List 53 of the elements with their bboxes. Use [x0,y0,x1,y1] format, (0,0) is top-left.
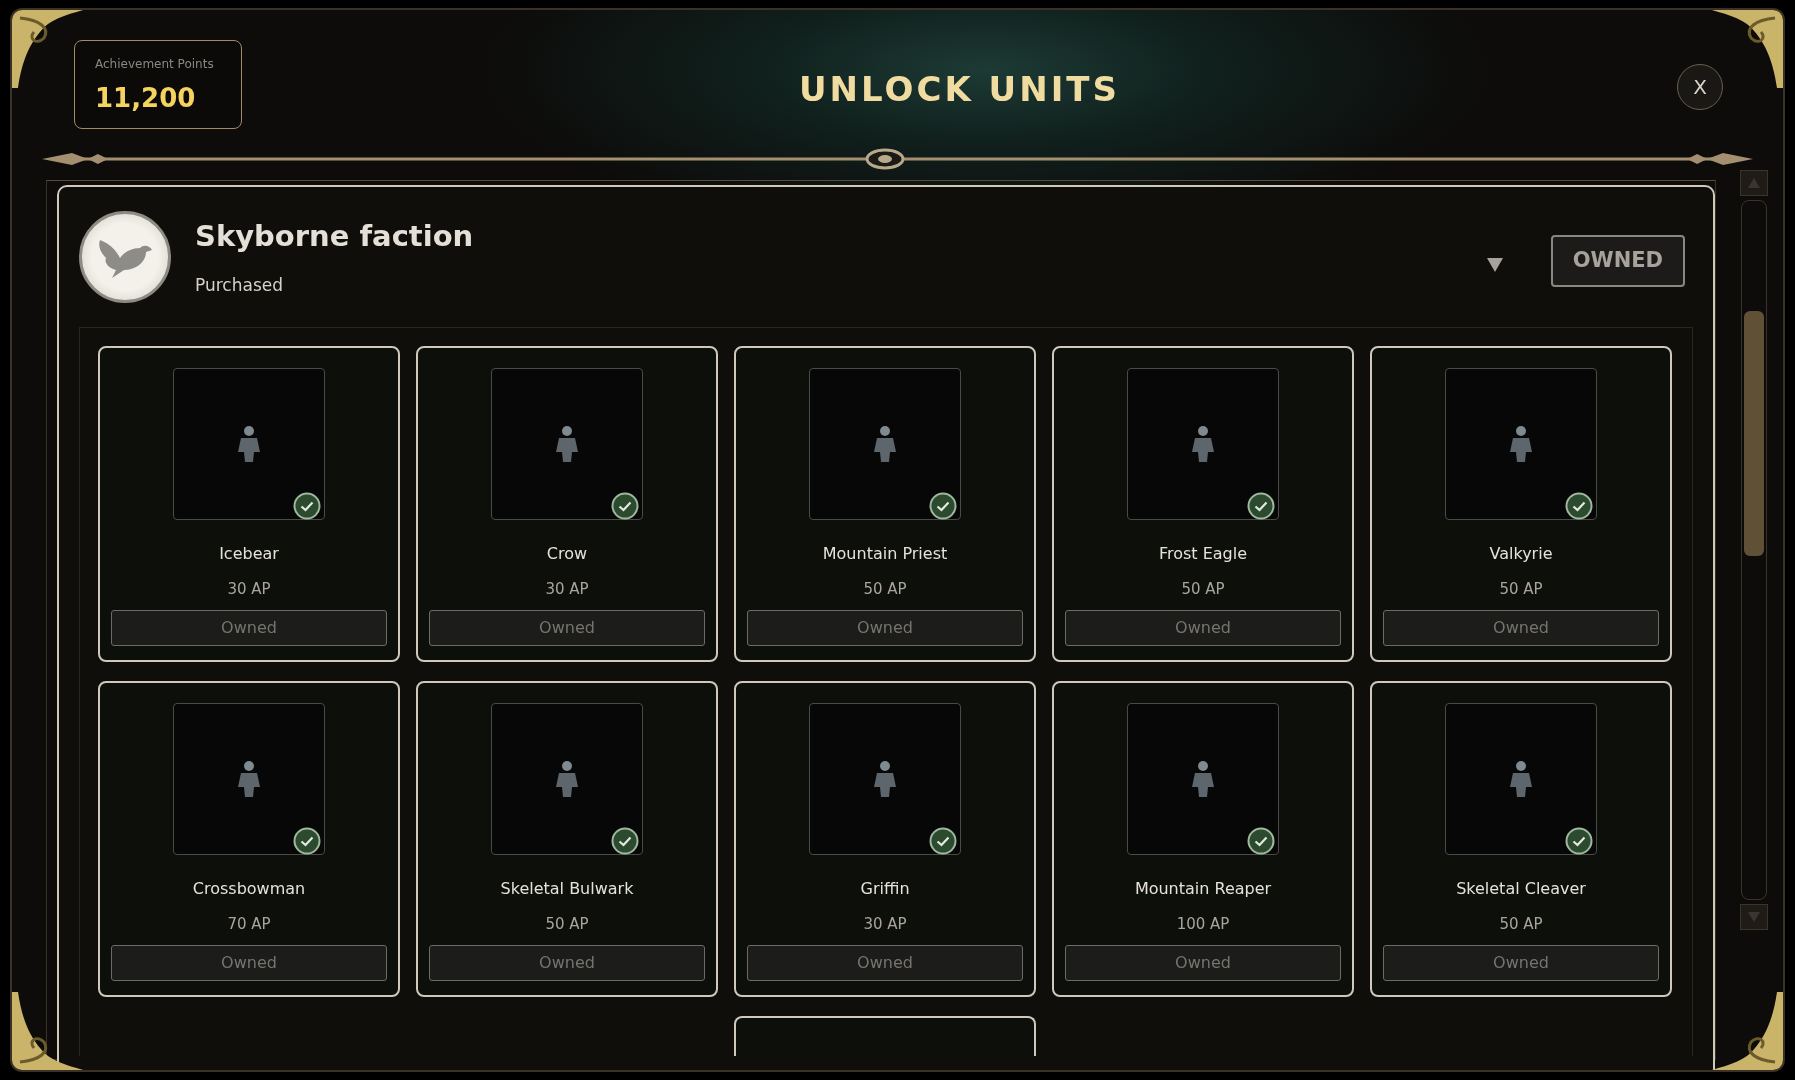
scroll-up-icon[interactable] [1748,178,1760,188]
close-button[interactable]: X [1677,64,1723,110]
unit-name: Icebear [219,543,279,565]
owned-button[interactable]: Owned [1383,609,1659,646]
unit-price: 30 AP [545,579,589,600]
owned-button[interactable]: Owned [1065,944,1341,981]
unit-price: 50 AP [1181,579,1225,600]
owned-button[interactable]: Owned [429,609,705,646]
owned-button[interactable]: Owned [747,609,1023,646]
caret-icon[interactable] [1486,258,1503,272]
unit-card[interactable]: Valkyrie 50 AP Owned [1370,346,1672,662]
unit-price: 30 AP [227,579,271,600]
unit-card[interactable]: Skeletal Cleaver 50 AP Owned [1370,681,1672,997]
points-value: 11,200 [95,82,197,115]
unit-name: Crossbowman [192,878,306,900]
unit-price: 50 AP [1499,914,1543,935]
owned-button[interactable]: OWNED [1550,235,1685,287]
unit-price: 100 AP [1176,914,1230,935]
faction-status: Purchased [195,273,284,297]
unit-name: Mountain Priest [822,543,948,565]
unit-card[interactable]: Griffin 30 AP Owned [734,681,1036,997]
unit-name: Skeletal Bulwark [500,878,634,900]
unit-name: Valkyrie [1489,543,1553,565]
unit-card[interactable]: Skeletal Bulwark 50 AP Owned [416,681,718,997]
unit-name: Mountain Reaper [1134,878,1272,900]
unit-name: Crow [546,543,588,565]
owned-button[interactable]: Owned [111,609,387,646]
unit-name: Griffin [860,878,910,900]
faction-name: Skyborne faction [195,218,474,255]
window-title: UNLOCK UNITS [799,68,1120,111]
points-label: Achievement Points [95,56,215,73]
unit-price: 50 AP [1499,579,1543,600]
unit-card[interactable]: Frost Eagle 50 AP Owned [1052,346,1354,662]
scroll-down-icon[interactable] [1748,912,1760,922]
unit-price: 50 AP [863,579,907,600]
unit-name: Skeletal Cleaver [1456,878,1586,900]
unit-card[interactable]: Crow 30 AP Owned [416,346,718,662]
unit-name: Frost Eagle [1158,543,1248,565]
scroll-thumb[interactable] [1744,311,1764,556]
owned-button[interactable]: Owned [747,944,1023,981]
unit-card[interactable]: Crossbowman 70 AP Owned [98,681,400,997]
unit-card[interactable]: Mountain Priest 50 AP Owned [734,346,1036,662]
unit-card[interactable]: Mountain Reaper 100 AP Owned [1052,681,1354,997]
unit-price: 50 AP [545,914,589,935]
scrollbar[interactable] [1741,200,1767,900]
owned-button[interactable]: Owned [1065,609,1341,646]
owned-button[interactable]: Owned [429,944,705,981]
owned-button[interactable]: Owned [1383,944,1659,981]
owned-button[interactable]: Owned [111,944,387,981]
unit-card[interactable] [734,1016,1036,1056]
unit-price: 30 AP [863,914,907,935]
unit-price: 70 AP [227,914,271,935]
unit-card[interactable]: Icebear 30 AP Owned [98,346,400,662]
